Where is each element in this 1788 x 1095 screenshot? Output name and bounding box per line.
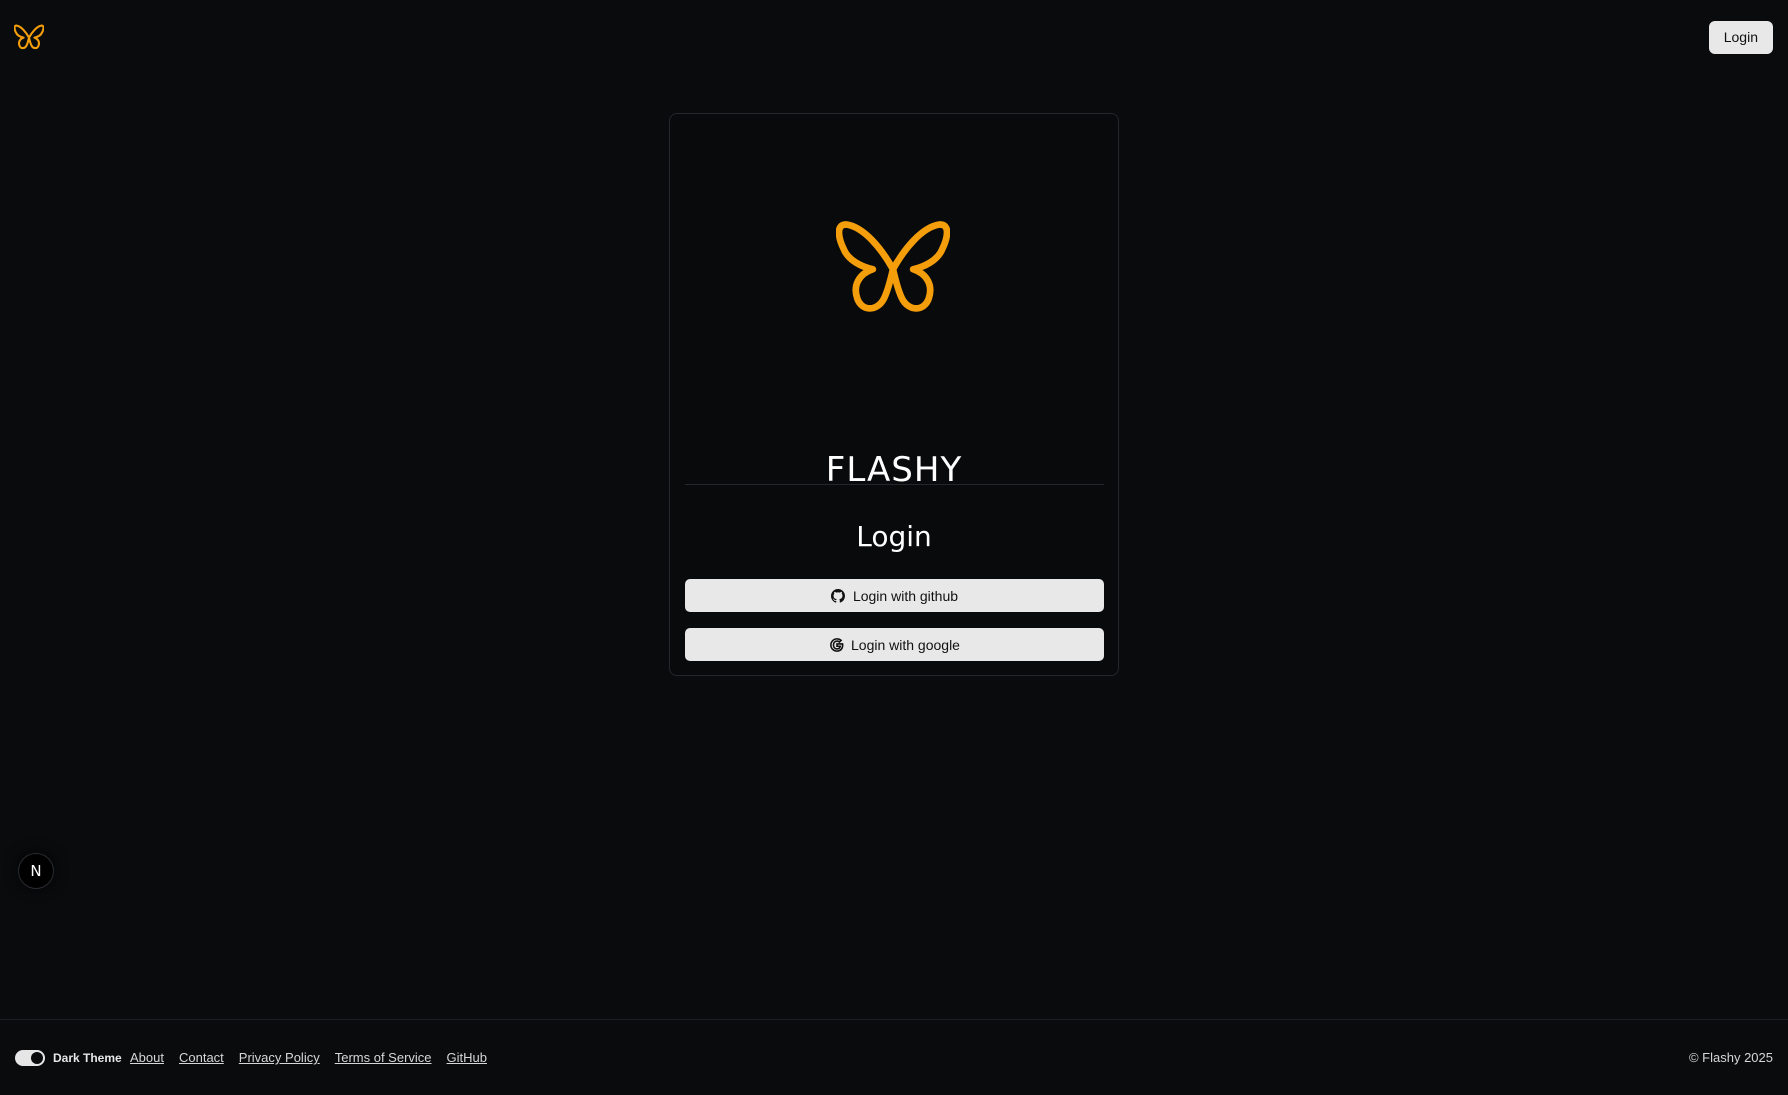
page: Login FLASHY Login Login with github Log…	[0, 0, 1788, 1095]
footer-link-contact[interactable]: Contact	[179, 1049, 224, 1067]
divider	[685, 484, 1104, 485]
login-github-button[interactable]: Login with github	[685, 579, 1104, 612]
google-icon	[829, 637, 844, 652]
butterfly-logo-icon[interactable]	[14, 24, 44, 50]
copyright: © Flashy 2025	[1688, 1050, 1773, 1065]
butterfly-icon	[836, 220, 950, 314]
top-bar: Login	[0, 0, 1788, 75]
login-card: FLASHY Login Login with github Login wit…	[669, 113, 1119, 676]
login-google-label: Login with google	[851, 636, 960, 653]
next-dev-badge[interactable]: N	[18, 853, 54, 889]
footer-link-github[interactable]: GitHub	[447, 1049, 487, 1067]
login-title: Login	[856, 520, 932, 553]
footer-link-terms-of-service[interactable]: Terms of Service	[335, 1049, 432, 1067]
footer-link-about[interactable]: About	[130, 1049, 164, 1067]
login-github-label: Login with github	[852, 587, 959, 604]
toggle-knob	[31, 1052, 43, 1064]
footer: Dark Theme About Contact Privacy Policy …	[0, 1019, 1788, 1095]
dark-theme-label: Dark Theme	[53, 1051, 122, 1065]
footer-link-privacy-policy[interactable]: Privacy Policy	[239, 1049, 320, 1067]
login-google-button[interactable]: Login with google	[685, 628, 1104, 661]
header-login-button[interactable]: Login	[1708, 21, 1773, 54]
card-hero	[670, 114, 1118, 484]
github-icon	[831, 588, 846, 603]
dark-theme-toggle[interactable]	[15, 1050, 45, 1066]
footer-links: About Contact Privacy Policy Terms of Se…	[130, 1049, 487, 1067]
